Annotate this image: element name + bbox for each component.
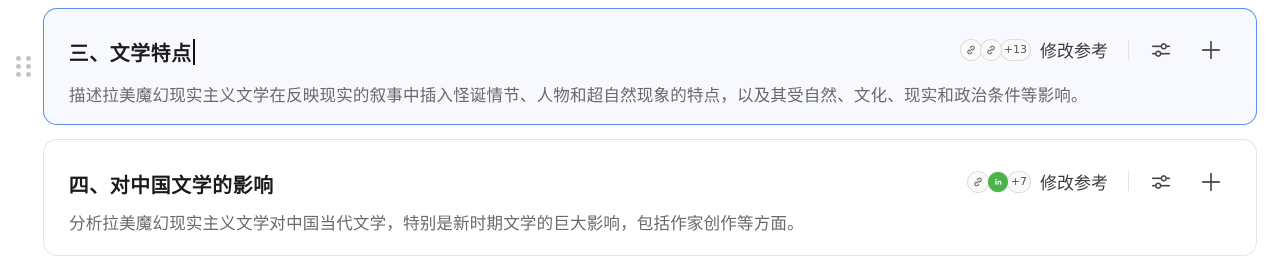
link-icon (979, 38, 1002, 61)
divider (1128, 40, 1129, 60)
reference-count-badge: +7 (1006, 170, 1031, 193)
section-description[interactable]: 描述拉美魔幻现实主义文学在反映现实的叙事中插入怪诞情节、人物和超自然现象的特点，… (69, 82, 1088, 106)
source-logo-icon (986, 170, 1009, 193)
link-icon (959, 38, 982, 61)
settings-sliders-icon[interactable] (1148, 37, 1174, 63)
edit-references-button[interactable]: 修改参考 (1040, 37, 1108, 62)
section-description[interactable]: 分析拉美魔幻现实主义文学对中国当代文学，特别是新时期文学的巨大影响，包括作家创作… (69, 210, 804, 234)
section-title[interactable]: 三、文学特点 (69, 37, 195, 66)
reference-group[interactable]: +7 修改参考 (966, 169, 1108, 194)
link-icon (966, 170, 989, 193)
drag-handle-icon[interactable] (16, 56, 32, 78)
section-title[interactable]: 四、对中国文学的影响 (69, 169, 274, 198)
divider (1128, 171, 1129, 191)
edit-references-button[interactable]: 修改参考 (1040, 169, 1108, 194)
add-icon[interactable] (1198, 169, 1224, 195)
add-icon[interactable] (1198, 37, 1224, 63)
outline-section-card[interactable]: 四、对中国文学的影响 分析拉美魔幻现实主义文学对中国当代文学，特别是新时期文学的… (43, 139, 1257, 256)
settings-sliders-icon[interactable] (1148, 169, 1174, 195)
reference-count-badge: +13 (999, 38, 1031, 61)
text-caret (193, 39, 195, 65)
reference-group[interactable]: +13 修改参考 (959, 37, 1108, 62)
outline-section-card[interactable]: 三、文学特点 描述拉美魔幻现实主义文学在反映现实的叙事中插入怪诞情节、人物和超自… (43, 8, 1257, 125)
